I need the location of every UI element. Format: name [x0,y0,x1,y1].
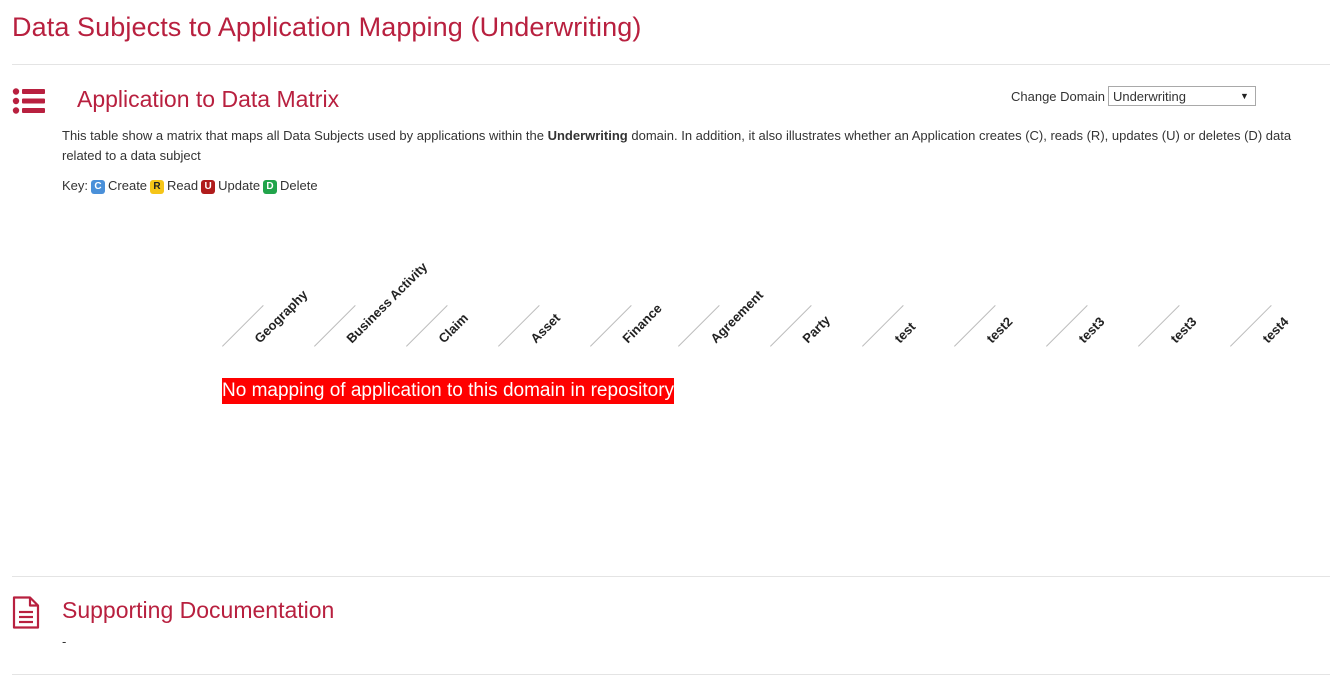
update-badge: U [201,179,216,194]
change-domain-control: Change Domain Underwriting ▼ [1011,86,1256,106]
create-label: Create [108,178,148,193]
chevron-down-icon: ▼ [1240,91,1249,101]
column-header-label: test3 [1075,313,1108,346]
column-header-label: Geography [251,286,311,346]
column-header-label: Asset [527,310,564,346]
page-title: Data Subjects to Application Mapping (Un… [12,12,642,42]
delete-badge: D [263,179,278,194]
domain-select-value: Underwriting [1112,88,1186,104]
column-header-label: test2 [983,313,1016,346]
change-domain-label: Change Domain [1011,88,1105,104]
column-header-label: Claim [435,310,472,346]
column-header-label: test3 [1167,313,1200,346]
crud-key: Key: C Create R Read U Update D Delete [62,178,321,194]
section-title-documentation: Supporting Documentation [62,597,335,623]
column-header-label: Agreement [707,287,767,346]
read-label: Read [167,178,199,193]
description-text: This table show a matrix that maps all D… [62,128,548,143]
delete-label: Delete [280,178,318,193]
divider [12,64,1330,65]
documentation-content: - [62,634,67,649]
update-label: Update [218,178,261,193]
column-header-label: Party [799,312,834,346]
no-mapping-alert: No mapping of application to this domain… [222,378,675,404]
create-badge: C [91,179,106,194]
read-badge: R [150,179,165,194]
domain-select[interactable]: Underwriting ▼ [1107,86,1256,106]
column-header-label: test [891,319,919,346]
description-domain: Underwriting [547,128,628,143]
section-title-matrix: Application to Data Matrix [77,86,340,112]
key-label: Key: [62,178,89,193]
document-icon [12,596,40,634]
list-icon [12,88,46,119]
divider [12,674,1330,675]
column-header-label: Finance [619,300,665,346]
column-header-label: test4 [1259,313,1292,346]
matrix-description: This table show a matrix that maps all D… [62,126,1312,166]
divider [12,576,1330,577]
